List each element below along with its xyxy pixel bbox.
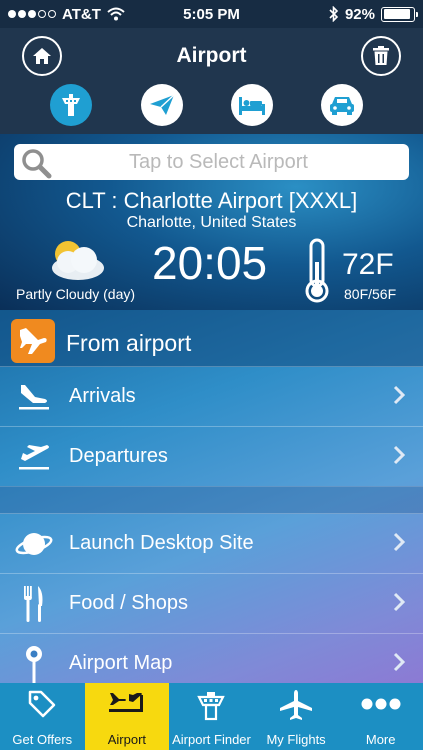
category-flights-button[interactable] xyxy=(141,84,183,126)
tab-my-flights[interactable]: My Flights xyxy=(254,683,339,750)
category-airport-button[interactable] xyxy=(50,84,92,126)
trash-icon xyxy=(373,46,389,65)
departures-icon xyxy=(14,439,54,475)
status-time: 5:05 PM xyxy=(183,5,240,23)
tab-label-more: More xyxy=(365,732,396,747)
airport-info-panel: Tap to Select Airport CLT : Charlotte Ai… xyxy=(0,134,423,310)
delete-button[interactable] xyxy=(361,36,401,76)
bed-icon xyxy=(239,97,265,115)
section-title: From airport xyxy=(66,330,192,356)
tab-bar: Get Offers Airport Airport Finder My Fli… xyxy=(0,683,423,750)
chevron-right-icon xyxy=(393,652,405,672)
airport-runway-icon xyxy=(108,693,143,712)
status-bar: AT&T 5:05 PM 92% xyxy=(0,0,423,28)
chevron-right-icon xyxy=(393,592,405,612)
menu-label-arrivals: Arrivals xyxy=(69,385,136,407)
more-icon xyxy=(361,698,401,710)
section-divider xyxy=(0,486,423,514)
chevron-right-icon xyxy=(393,532,405,552)
tab-label-my-flights: My Flights xyxy=(266,732,326,747)
menu-label-desktop-site: Launch Desktop Site xyxy=(69,532,254,554)
category-hotels-button[interactable] xyxy=(231,84,273,126)
search-placeholder: Tap to Select Airport xyxy=(129,150,308,173)
tab-label-get-offers: Get Offers xyxy=(12,732,73,747)
temperature-range: 80F/56F xyxy=(344,286,397,302)
fork-knife-icon xyxy=(14,586,54,622)
tab-get-offers[interactable]: Get Offers xyxy=(0,683,85,750)
current-temperature: 72F xyxy=(342,248,394,281)
airport-city: Charlotte, United States xyxy=(126,214,297,231)
tab-more[interactable]: More xyxy=(338,683,423,750)
header: Airport xyxy=(0,28,423,134)
control-tower-icon xyxy=(197,692,226,721)
car-icon xyxy=(330,97,354,115)
thermometer-icon xyxy=(305,238,329,303)
category-cars-button[interactable] xyxy=(321,84,363,126)
planet-icon xyxy=(14,526,54,562)
arrivals-icon xyxy=(14,379,54,415)
search-icon xyxy=(22,149,52,179)
tower-icon xyxy=(62,94,80,116)
tab-airport-finder[interactable]: Airport Finder xyxy=(169,683,254,750)
battery-icon xyxy=(381,6,418,22)
page-title: Airport xyxy=(176,44,247,67)
tag-icon xyxy=(29,690,56,718)
tab-label-airport: Airport xyxy=(107,732,147,747)
menu-item-desktop-site[interactable]: Launch Desktop Site xyxy=(0,514,423,574)
map-pin-icon xyxy=(14,646,54,683)
tab-label-airport-finder: Airport Finder xyxy=(172,732,251,747)
menu-label-food-shops: Food / Shops xyxy=(69,592,188,614)
category-selector xyxy=(0,84,423,126)
chevron-right-icon xyxy=(393,385,405,405)
airport-menu-list: From airport Arrivals Departures Launch … xyxy=(0,310,423,683)
chevron-right-icon xyxy=(393,445,405,465)
departing-plane-icon xyxy=(11,319,55,363)
section-header-from-airport: From airport xyxy=(0,310,423,367)
partly-cloudy-icon xyxy=(52,241,104,280)
airplane-icon xyxy=(280,690,313,720)
airport-name: CLT : Charlotte Airport [XXXL] xyxy=(65,188,358,213)
menu-item-airport-map[interactable]: Airport Map xyxy=(0,634,423,683)
local-time: 20:05 xyxy=(152,237,268,289)
paper-plane-icon xyxy=(150,94,175,115)
weather-condition: Partly Cloudy (day) xyxy=(16,286,136,302)
menu-item-departures[interactable]: Departures xyxy=(0,427,423,487)
menu-label-departures: Departures xyxy=(69,445,168,467)
menu-label-airport-map: Airport Map xyxy=(69,652,173,674)
menu-item-arrivals[interactable]: Arrivals xyxy=(0,367,423,427)
airport-search-field[interactable]: Tap to Select Airport xyxy=(14,144,409,180)
menu-item-food-shops[interactable]: Food / Shops xyxy=(0,574,423,634)
tab-airport[interactable]: Airport xyxy=(84,683,170,750)
